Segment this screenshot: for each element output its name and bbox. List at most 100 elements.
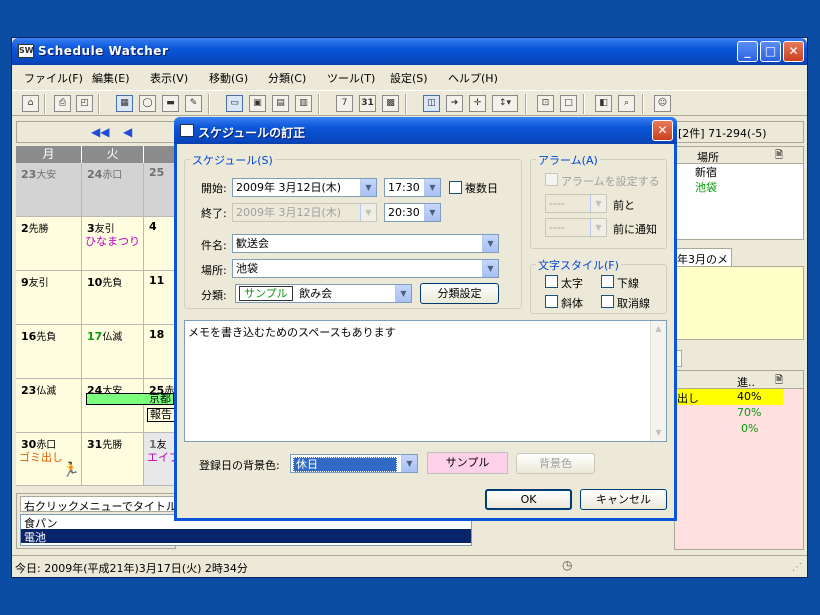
calendar-day-cell[interactable]: 18	[144, 325, 176, 379]
calendar-day-cell[interactable]: 25赤	[144, 379, 176, 433]
calendar-day-cell[interactable]: 25	[144, 163, 176, 217]
close-button[interactable]: ✕	[783, 41, 804, 62]
window-icon[interactable]: ▭	[226, 95, 243, 112]
calendar-event[interactable]: ゴミ出し	[19, 449, 63, 465]
calendar-day-cell[interactable]: 17仏滅	[82, 325, 144, 379]
prev-fast-icon[interactable]: ◀◀	[91, 125, 109, 139]
day-number: 10	[87, 276, 103, 289]
dialog-title: スケジュールの訂正	[198, 126, 306, 140]
week-view-icon[interactable]: 7	[336, 95, 353, 112]
col-place[interactable]: 場所	[697, 149, 719, 165]
list-place[interactable]: 新宿	[675, 164, 803, 179]
note-icon[interactable]: ▬	[162, 95, 179, 112]
calendar-day-cell[interactable]: 24赤口	[82, 163, 144, 217]
dialog-title-bar[interactable]: スケジュールの訂正 ✕	[174, 117, 677, 144]
end-time-select[interactable]: 20:30 ▼	[384, 203, 441, 222]
calendar-day-cell[interactable]: 23大安	[16, 163, 82, 217]
menu-view[interactable]: 表示(V)	[150, 70, 188, 86]
italic-checkbox[interactable]	[545, 295, 558, 308]
bg-color-select[interactable]: 休日 ▼	[290, 454, 418, 473]
stamp-icon[interactable]: ▤	[272, 95, 289, 112]
bg-color-button[interactable]: 背景色	[516, 453, 595, 474]
resize-grip-icon[interactable]: ⋰	[792, 562, 802, 573]
todo-icon[interactable]: ▥	[295, 95, 312, 112]
end-date-picker[interactable]: 2009年 3月12日(木) ▼	[232, 203, 377, 222]
alarm-checkbox[interactable]	[545, 173, 558, 186]
memo-title[interactable]: 右クリックメニューでタイトル変更で	[20, 496, 190, 512]
person-icon[interactable]: ☺	[654, 95, 671, 112]
start-date-picker[interactable]: 2009年 3月12日(木) ▼	[232, 178, 377, 197]
prev-icon[interactable]: ◀	[123, 125, 132, 139]
bold-checkbox[interactable]	[545, 275, 558, 288]
start-time-select[interactable]: 17:30 ▼	[384, 178, 441, 197]
calendar-day-cell[interactable]: 16先負	[16, 325, 82, 379]
multi-day-checkbox[interactable]	[449, 181, 462, 194]
category-settings-button[interactable]: 分類設定	[420, 283, 499, 304]
alarm-set-label: アラームを設定する	[561, 175, 660, 188]
underline-checkbox[interactable]	[601, 275, 614, 288]
menu-tools[interactable]: ツール(T)	[327, 70, 375, 86]
category-select[interactable]: サンプル 飲み会 ▼	[235, 284, 412, 303]
event-report[interactable]: 報告	[147, 408, 175, 422]
calendar-day-cell[interactable]: 31先勝	[82, 433, 144, 486]
calendar-day-cell[interactable]: 3友引 ひなまつり	[82, 217, 144, 271]
menu-edit[interactable]: 編集(E)	[92, 70, 130, 86]
cancel-button[interactable]: キャンセル	[580, 489, 667, 510]
box-icon[interactable]: ◧	[595, 95, 612, 112]
year-view-icon[interactable]: ▩	[382, 95, 399, 112]
alarm-time-select[interactable]: ---- ▼	[545, 194, 607, 213]
split-pane-icon[interactable]: ◫	[423, 95, 440, 112]
place-input[interactable]: 池袋 ▼	[232, 259, 499, 278]
menu-go[interactable]: 移動(G)	[209, 70, 248, 86]
col-progress[interactable]: 進..	[737, 374, 755, 390]
menu-help[interactable]: ヘルプ(H)	[448, 70, 498, 86]
menu-category[interactable]: 分類(C)	[268, 70, 306, 86]
schedule-list[interactable]: 場所 🗎 新宿 池袋	[674, 146, 804, 240]
chevron-down-icon: ▼	[482, 235, 498, 252]
arrow-right-icon[interactable]: ➜	[446, 95, 463, 112]
calendar-day-cell[interactable]: 23仏滅	[16, 379, 82, 433]
memo-item-selected[interactable]: 電池	[21, 529, 471, 544]
home-icon[interactable]: ⌂	[22, 95, 39, 112]
maximize-button[interactable]: □	[760, 41, 781, 62]
header-monday: 月	[16, 146, 82, 163]
calendar-day-cell[interactable]: 24大安	[82, 379, 144, 433]
search-icon[interactable]: ⌕	[618, 95, 635, 112]
list-place[interactable]: 池袋	[675, 179, 803, 194]
tab-month-memo[interactable]: 年3月のメモ	[674, 248, 732, 282]
calendar-day-cell[interactable]: 2先勝	[16, 217, 82, 271]
todo-list[interactable]: 進.. 🗎 出し 40% 70% 0%	[674, 370, 804, 550]
title-bar[interactable]: SW Schedule Watcher _ □ ✕	[12, 38, 807, 65]
print-preview-icon[interactable]: ◰	[76, 95, 93, 112]
strikethrough-checkbox[interactable]	[601, 295, 614, 308]
fullscreen-icon[interactable]: □	[560, 95, 577, 112]
calendar-day-cell[interactable]: 9友引	[16, 271, 82, 325]
calendar-day-cell[interactable]: 10先負	[82, 271, 144, 325]
rings-icon[interactable]: ◯	[139, 95, 156, 112]
calendar-day-cell[interactable]: 1友 エイプ	[144, 433, 180, 486]
folder-view-icon[interactable]: ▣	[249, 95, 266, 112]
calendar-day-cell[interactable]: 30赤口 ゴミ出し	[16, 433, 82, 486]
memo-pad-icon[interactable]: ✎	[185, 95, 202, 112]
move-window-icon[interactable]: ⊡	[537, 95, 554, 112]
menu-settings[interactable]: 設定(S)	[390, 70, 428, 86]
memo-scrollbar[interactable]: ▲ ▼	[650, 321, 666, 441]
crosshair-icon[interactable]: ✛	[469, 95, 486, 112]
menu-file[interactable]: ファイル(F)	[24, 70, 83, 86]
print-icon[interactable]: ⎙	[54, 95, 71, 112]
calendar-event[interactable]: ひなまつり	[85, 233, 140, 249]
memo-textarea[interactable]: メモを書き込むためのスペースもあります ▲ ▼	[184, 320, 667, 442]
chevron-down-icon: ▼	[482, 260, 498, 277]
month-memo-area[interactable]	[674, 266, 804, 340]
event-bar-kyoto[interactable]: 京都	[86, 393, 174, 405]
minimize-button[interactable]: _	[737, 41, 758, 62]
month-view-icon[interactable]: 31	[359, 95, 376, 112]
line-spacing-icon[interactable]: ↕▾	[492, 95, 518, 112]
calendar-grid-icon[interactable]: ▦	[116, 95, 133, 112]
subject-input[interactable]: 歓送会 ▼	[232, 234, 499, 253]
calendar-day-cell[interactable]: 4	[144, 217, 176, 271]
calendar-day-cell[interactable]: 11	[144, 271, 176, 325]
ok-button[interactable]: OK	[485, 489, 572, 510]
dialog-close-button[interactable]: ✕	[652, 120, 673, 141]
alarm-notify-select[interactable]: ---- ▼	[545, 218, 607, 237]
